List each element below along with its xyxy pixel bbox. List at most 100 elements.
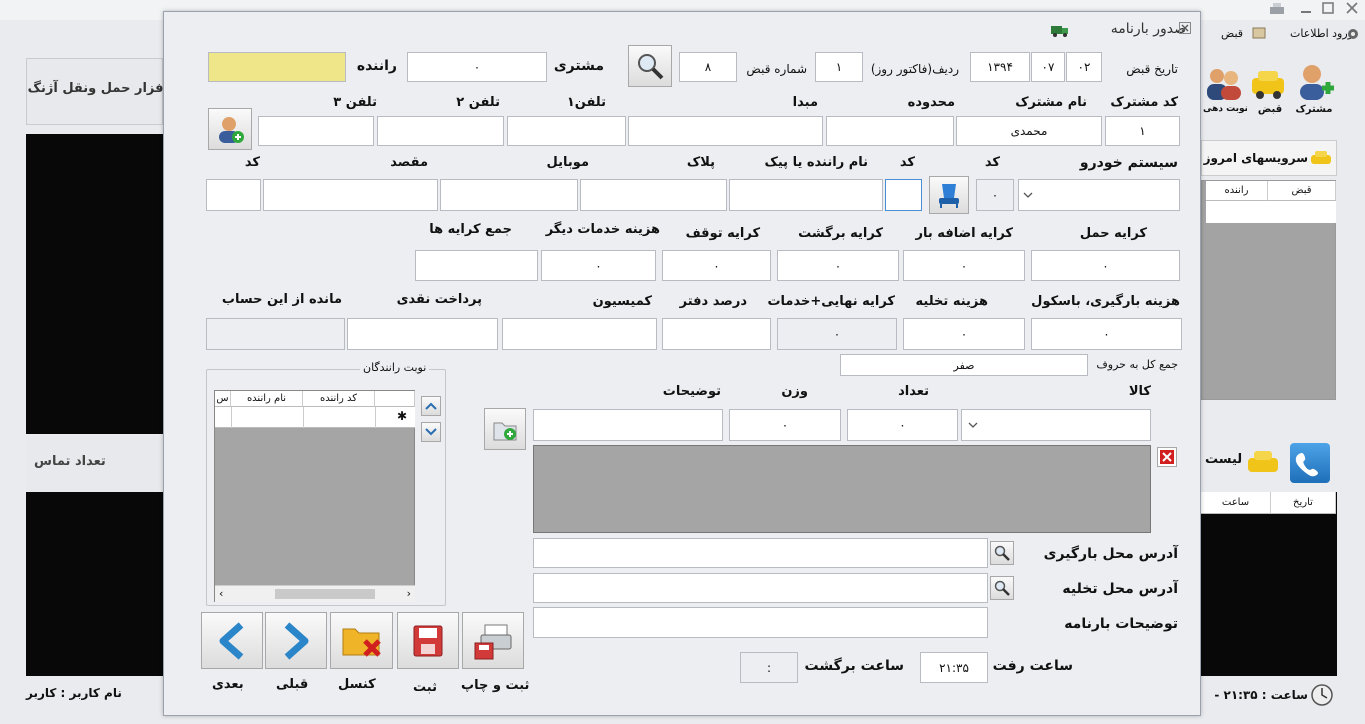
add-subscriber-button[interactable]	[208, 108, 252, 150]
other-services-label: هزینه خدمات دیگر	[545, 222, 660, 237]
area-field[interactable]	[826, 116, 954, 146]
app-title-panel: افزار حمل ونقل آژنگ	[26, 58, 168, 125]
calls-col-time: ساعت	[1201, 492, 1271, 514]
mobile-field[interactable]	[440, 179, 578, 211]
origin-field[interactable]	[628, 116, 823, 146]
load-address-field[interactable]	[533, 538, 988, 568]
driver-field[interactable]	[208, 52, 346, 82]
phone-icon	[1295, 453, 1318, 477]
phone2-field[interactable]	[377, 116, 504, 146]
queue-new-row[interactable]: ✱	[215, 407, 415, 428]
receipt-no-field[interactable]: ۸	[679, 52, 737, 82]
carry-fare-field[interactable]: ۰	[1031, 250, 1180, 281]
destination-field[interactable]	[263, 179, 438, 211]
phone-button[interactable]	[1290, 443, 1330, 483]
save-button[interactable]	[397, 612, 459, 669]
dialog-close-icon[interactable]	[1179, 22, 1191, 34]
save-print-button[interactable]	[462, 612, 524, 669]
return-time-field[interactable]: :	[740, 652, 798, 683]
weight-field[interactable]: ۰	[729, 409, 841, 441]
prev-button[interactable]	[265, 612, 327, 669]
dialog-title: صدور بارنامه	[1110, 21, 1186, 37]
date-day-field[interactable]: ۰۲	[1066, 52, 1102, 82]
delete-goods-button[interactable]	[1157, 447, 1177, 467]
phone1-field[interactable]	[507, 116, 626, 146]
services-row	[1206, 201, 1336, 223]
queue-h-scrollbar[interactable]: ‹ ›	[215, 585, 415, 602]
waybill-desc-field[interactable]	[533, 607, 988, 638]
search-button[interactable]	[628, 45, 672, 87]
toolbar-queue[interactable]: نوبت دهی	[1203, 66, 1247, 118]
scroll-right-icon[interactable]: ›	[407, 587, 411, 600]
count-field[interactable]: ۰	[847, 409, 958, 441]
loading-cost-field[interactable]: ۰	[1031, 318, 1182, 350]
next-button[interactable]	[201, 612, 263, 669]
load-address-search-button[interactable]	[990, 541, 1014, 565]
taxi-small-icon	[1311, 151, 1331, 164]
close-app-icon[interactable]	[1346, 2, 1358, 14]
goods-select[interactable]	[961, 409, 1151, 441]
goods-desc-field[interactable]	[533, 409, 723, 441]
toolbar-subscriber[interactable]: مشترک	[1292, 60, 1336, 118]
subscriber-code-field[interactable]: ۱	[1105, 116, 1180, 146]
scroll-left-icon[interactable]: ‹	[219, 587, 223, 600]
status-time: ساعت : ۲۱:۳۵ - تار	[1212, 688, 1308, 702]
driver-seat-button[interactable]	[929, 176, 969, 214]
unload-address-search-button[interactable]	[990, 576, 1014, 600]
truck-icon	[1050, 22, 1070, 38]
stop-fare-field[interactable]: ۰	[662, 250, 771, 281]
destination-code-field[interactable]	[206, 179, 261, 211]
calls-grid: تاریخ ساعت	[1201, 492, 1337, 676]
vehicle-system-select[interactable]	[1018, 179, 1180, 211]
maximize-icon[interactable]	[1322, 2, 1334, 14]
queue-down-button[interactable]	[421, 422, 441, 442]
return-fare-label: کرایه برگشت	[798, 226, 883, 241]
toolbar-receipt[interactable]: قبض	[1248, 66, 1292, 118]
menu-receipt[interactable]: قبض	[1221, 27, 1243, 40]
return-fare-field[interactable]: ۰	[777, 250, 899, 281]
receipt-no-label: شماره قبض	[746, 62, 807, 76]
prev-label: قبلی	[276, 677, 309, 692]
minimize-icon[interactable]	[1300, 3, 1312, 13]
phone2-label: تلفن ۲	[456, 95, 500, 110]
customer-field[interactable]: ۰	[407, 52, 547, 82]
row-field[interactable]: ۱	[815, 52, 863, 82]
cancel-button[interactable]	[330, 612, 393, 669]
driver-code-field[interactable]	[885, 179, 922, 211]
cash-payment-field[interactable]	[347, 318, 498, 350]
extra-load-field[interactable]: ۰	[903, 250, 1025, 281]
subscriber-name-field[interactable]: محمدی	[956, 116, 1102, 146]
office-percent-field[interactable]	[662, 318, 771, 350]
unloading-cost-field[interactable]: ۰	[903, 318, 1025, 350]
total-fares-field[interactable]	[415, 250, 538, 281]
printer-icon	[1268, 2, 1286, 16]
count-label: تعداد	[898, 384, 929, 399]
final-fare-label: کرایه نهایی+خدمات	[767, 294, 895, 309]
clock-icon	[1310, 683, 1334, 707]
phone3-field[interactable]	[258, 116, 374, 146]
commission-field[interactable]	[502, 318, 657, 350]
left-video-panel	[26, 134, 163, 434]
scroll-thumb[interactable]	[275, 589, 375, 599]
other-services-field[interactable]: ۰	[541, 250, 656, 281]
queue-up-button[interactable]	[421, 396, 441, 416]
row-label: ردیف(فاکتور روز)	[870, 62, 959, 76]
vehicle-code-field[interactable]: ۰	[976, 179, 1014, 211]
username-label: نام کاربر : کاربر	[26, 686, 122, 700]
taxi-icon	[1252, 71, 1284, 99]
plate-field[interactable]	[580, 179, 727, 211]
users-icon	[1207, 69, 1241, 100]
depart-time-field[interactable]: ۲۱:۳۵	[920, 652, 988, 683]
unload-address-field[interactable]	[533, 573, 988, 603]
services-today-tab[interactable]: سرویسهای امروز	[1201, 140, 1337, 176]
floppy-icon	[413, 625, 443, 656]
add-goods-button[interactable]	[484, 408, 526, 450]
loading-cost-label: هزینه بارگیری، باسکول	[1031, 294, 1180, 309]
menu-data-entry[interactable]: ورود اطلاعات	[1290, 27, 1353, 40]
date-month-field[interactable]: ۰۷	[1031, 52, 1065, 82]
stop-fare-label: کرایه توقف	[685, 226, 760, 241]
date-year-field[interactable]: ۱۳۹۴	[970, 52, 1030, 82]
driver-name-field[interactable]	[729, 179, 883, 211]
extra-load-label: کرایه اضافه بار	[915, 226, 1013, 241]
receipt-menu-icon	[1251, 26, 1267, 40]
